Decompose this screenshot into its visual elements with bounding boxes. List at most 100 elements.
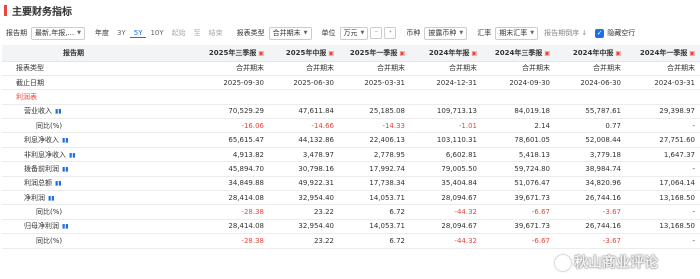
row-label: 同比(%) (2, 233, 150, 249)
table-cell: 47,611.84 (269, 104, 339, 120)
table-cell: 32,954.40 (269, 219, 339, 235)
table-row: 截止日期 2025-09-30 2025-06-30 2025-03-31 2024-1… (2, 75, 700, 91)
row-label: 非利息净收入 ▮▮ (2, 147, 150, 163)
table-cell: -3.67 (555, 204, 626, 220)
table-cell: 14,053.71 (339, 190, 410, 206)
column-header-period[interactable]: 2025年三季报 ▣ (150, 45, 269, 62)
table-cell: 51,076.47 (482, 176, 555, 192)
year-option-10y[interactable]: 10Y (146, 29, 167, 37)
table-cell: -14.33 (339, 118, 410, 134)
table-row: 同比(%) -28.38 23.22 6.72 -44.32 -6.67 -3.67- (2, 233, 700, 249)
decimal-increase-icon[interactable]: ⁺ (384, 27, 397, 39)
table-cell: -3.67 (555, 233, 626, 249)
table-row: 利润表 (2, 89, 700, 105)
table-cell: 3,478.97 (269, 147, 339, 163)
table-row: 利息净收入 ▮▮ 65,615.47 44,132.86 22,406.13 103,11… (2, 132, 700, 148)
report-type-select[interactable]: 合并期末 ▼ (268, 26, 312, 40)
unit-select[interactable]: 万元 ▼ (339, 26, 369, 40)
bar-chart-icon[interactable]: ▮▮ (62, 166, 69, 173)
table-row: 净利润 ▮▮ 28,414.08 32,954.40 14,053.71 28,094.6… (2, 190, 700, 206)
row-label: 利息净收入 ▮▮ (2, 132, 150, 148)
watermark: 秋山商业评论 (555, 252, 658, 272)
report-period-label: 报告期 (6, 29, 27, 37)
pdf-icon[interactable]: ▣ (615, 50, 621, 57)
column-header-period[interactable]: 2024年中报 ▣ (555, 45, 626, 62)
watermark-logo (555, 255, 571, 271)
decimal-decrease-icon[interactable]: ⁻ (370, 27, 383, 39)
table-cell: 13,168.50 (626, 219, 700, 235)
table-cell: -28.38 (150, 233, 269, 249)
column-header-period[interactable]: 2024年三季报 ▣ (482, 45, 555, 62)
table-cell: 34,849.88 (150, 176, 269, 192)
table-cell: 14,053.71 (339, 219, 410, 235)
table-cell: -1.01 (410, 118, 482, 134)
year-range-selector: 3Y 5Y 10Y 起始 至 结束 (113, 28, 227, 38)
sort-period-desc-button[interactable]: 报告期倒序 ↓ (544, 28, 587, 38)
table-cell: -44.32 (410, 233, 482, 249)
table-cell: 17,992.74 (339, 161, 410, 177)
pdf-icon[interactable]: ▣ (544, 50, 550, 57)
column-header-period[interactable]: 2024年年报 ▣ (410, 45, 482, 62)
column-header-period[interactable]: 2024年一季报 ▣ (626, 45, 700, 62)
table-cell (269, 89, 339, 105)
table-cell: 39,671.73 (482, 219, 555, 235)
table-cell: 79,005.50 (410, 161, 482, 177)
pdf-icon[interactable]: ▣ (471, 50, 477, 57)
table-cell: 2,778.95 (339, 147, 410, 163)
table-row: 营业收入 ▮▮ 70,529.29 47,611.84 25,185.08 109,713… (2, 104, 700, 120)
year-end-input[interactable]: 结束 (205, 28, 227, 38)
pdf-icon[interactable]: ▣ (258, 50, 264, 57)
row-label: 利润表 (2, 89, 150, 105)
table-cell: 2025-03-31 (339, 75, 410, 91)
column-header-period[interactable]: 2025年一季报 ▣ (339, 45, 410, 62)
table-cell: 39,671.73 (482, 190, 555, 206)
table-row: 同比(%) -28.38 23.22 6.72 -44.32 -6.67 -3.67- (2, 204, 700, 220)
table-cell: 2025-06-30 (269, 75, 339, 91)
pdf-icon[interactable]: ▣ (328, 50, 334, 57)
table-cell: - (626, 118, 700, 134)
bar-chart-icon[interactable]: ▮▮ (62, 223, 69, 230)
row-label: 利润总额 ▮▮ (2, 176, 150, 192)
report-period-select[interactable]: 最新,年报,... ▼ (31, 26, 85, 40)
year-option-3y[interactable]: 3Y (113, 29, 130, 37)
bar-chart-icon[interactable]: ▮▮ (48, 195, 55, 202)
bar-chart-icon[interactable]: ▮▮ (69, 152, 76, 159)
table-cell (339, 89, 410, 105)
row-label-text: 报表类型 (16, 64, 44, 73)
table-cell: 合并期末 (410, 61, 482, 76)
exchange-rate-select[interactable]: 期末汇率 ▼ (495, 26, 539, 40)
year-option-5y[interactable]: 5Y (129, 29, 147, 38)
row-label-text: 同比(%) (36, 236, 63, 245)
pdf-icon[interactable]: ▣ (399, 50, 405, 57)
table-cell: -44.32 (410, 204, 482, 220)
table-cell: 3,779.18 (555, 147, 626, 163)
table-cell: 合并期末 (482, 61, 555, 76)
chevron-down-icon: ▼ (360, 30, 365, 36)
table-cell: 78,601.05 (482, 132, 555, 148)
row-label: 报表类型 (2, 61, 150, 76)
table-cell: -14.66 (269, 118, 339, 134)
row-label: 净利润 ▮▮ (2, 190, 150, 206)
bar-chart-icon[interactable]: ▮▮ (62, 137, 69, 144)
column-header-period[interactable]: 2025年中报 ▣ (269, 45, 339, 62)
hide-empty-checkbox[interactable]: ✓ (595, 28, 605, 38)
table-cell: 29,398.97 (626, 104, 700, 120)
pdf-icon[interactable]: ▣ (689, 50, 695, 57)
bar-chart-icon[interactable]: ▮▮ (55, 180, 62, 187)
table-cell: 23.22 (269, 204, 339, 220)
table-row: 拨备前利润 ▮▮ 45,894.70 30,798.16 17,992.74 79,005… (2, 161, 700, 177)
table-cell (555, 89, 626, 105)
year-start-input[interactable]: 起始 (168, 28, 190, 38)
row-label-text: 利润表 (16, 92, 37, 101)
bar-chart-icon[interactable]: ▮▮ (55, 108, 62, 115)
table-cell: - (626, 233, 700, 249)
table-cell: 30,798.16 (269, 161, 339, 177)
table-cell: 6.72 (339, 233, 410, 249)
table-cell: 26,744.16 (555, 219, 626, 235)
table-cell: 6,602.81 (410, 147, 482, 163)
chevron-down-icon: ▼ (303, 30, 308, 36)
report-type-label: 报表类型 (236, 29, 265, 37)
currency-select[interactable]: 披露币种 ▼ (424, 26, 468, 40)
table-cell: 49,922.31 (269, 176, 339, 192)
row-label-text: 归母净利润 (24, 222, 59, 231)
